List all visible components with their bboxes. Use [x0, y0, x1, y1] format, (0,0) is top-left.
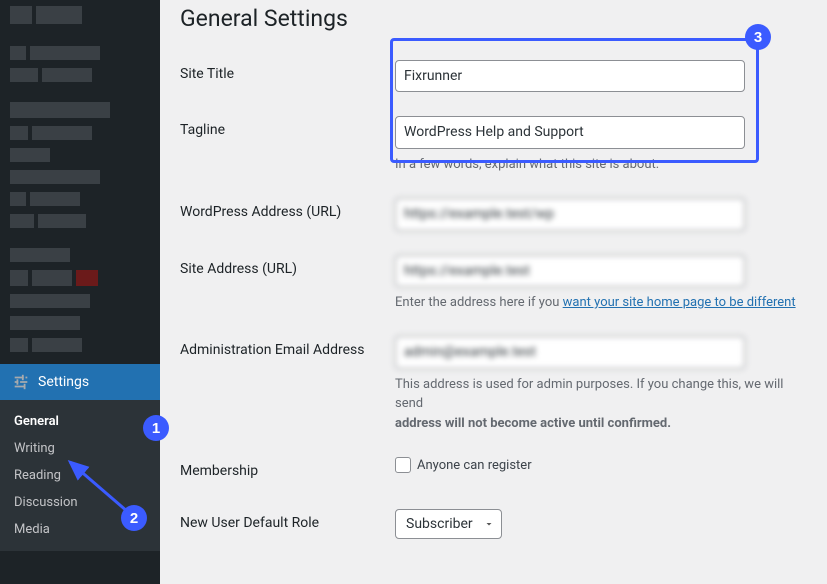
sidebar-item-general[interactable]: General [0, 408, 160, 435]
label-membership: Membership [180, 445, 395, 497]
label-site-url: Site Address (URL) [180, 243, 395, 325]
hint-site-url: Enter the address here if you want your … [395, 293, 797, 313]
sidebar-label-settings: Settings [38, 374, 89, 390]
label-admin-email: Administration Email Address [180, 324, 395, 445]
sidebar-blurred-section [0, 0, 160, 364]
input-site-url[interactable] [395, 255, 745, 287]
input-admin-email[interactable] [395, 336, 745, 368]
input-wp-url[interactable] [395, 198, 745, 230]
annotation-badge-2: 2 [121, 505, 147, 531]
page-title: General Settings [180, 0, 807, 48]
label-site-title: Site Title [180, 48, 395, 104]
admin-sidebar: Settings General Writing Reading Discuss… [0, 0, 160, 584]
sidebar-item-settings[interactable]: Settings [0, 364, 160, 400]
input-site-title[interactable] [395, 60, 745, 92]
sidebar-item-writing[interactable]: Writing [0, 435, 160, 462]
hint-admin-email: This address is used for admin purposes.… [395, 375, 797, 434]
content-area: General Settings Site Title Tagline In a… [160, 0, 827, 584]
select-default-role[interactable]: Subscriber [395, 509, 502, 539]
label-tagline: Tagline [180, 104, 395, 186]
checkbox-label-anyone-register: Anyone can register [417, 458, 532, 473]
annotation-badge-3: 3 [745, 24, 771, 50]
label-wp-url: WordPress Address (URL) [180, 186, 395, 242]
checkbox-anyone-register[interactable] [395, 457, 411, 473]
input-tagline[interactable] [395, 116, 745, 148]
hint-tagline: In a few words, explain what this site i… [395, 155, 797, 175]
sliders-icon [12, 373, 30, 391]
checkbox-row-membership[interactable]: Anyone can register [395, 457, 797, 473]
link-site-url-different[interactable]: want your site home page to be different [563, 295, 796, 310]
annotation-badge-1: 1 [143, 415, 169, 441]
label-default-role: New User Default Role [180, 497, 395, 551]
sidebar-item-reading[interactable]: Reading [0, 462, 160, 489]
